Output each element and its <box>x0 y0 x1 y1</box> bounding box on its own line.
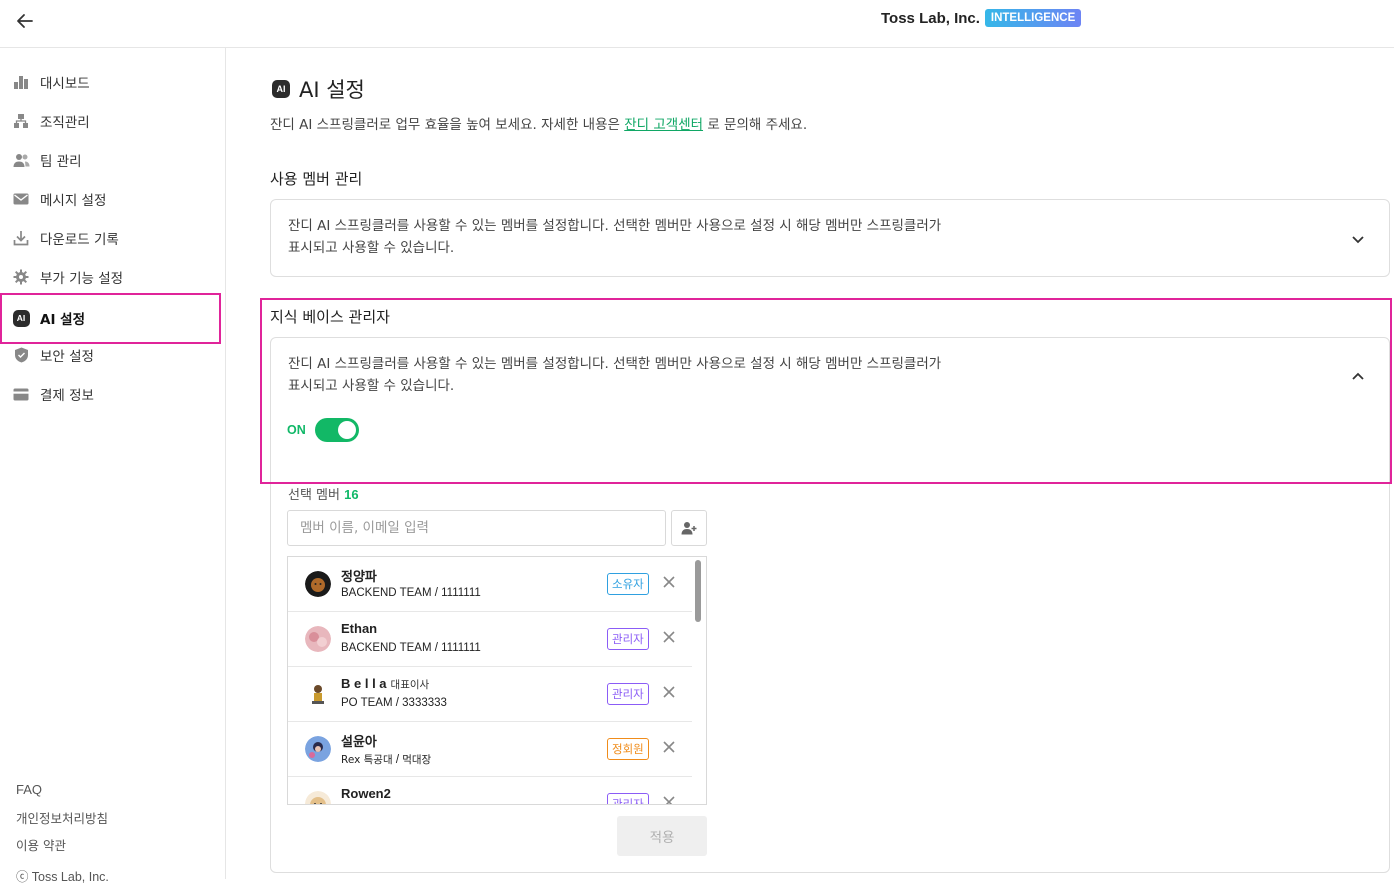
avatar <box>305 626 331 652</box>
selected-count: 16 <box>344 487 359 502</box>
role-badge: 관리자 <box>607 793 649 804</box>
selected-members-label: 선택 멤버 16 <box>288 487 359 503</box>
kb-admin-toggle[interactable] <box>314 418 359 442</box>
member-team: Rex 특공대 / 먹대장 <box>341 754 432 766</box>
section-title-kb-admin: 지식 베이스 관리자 <box>270 308 390 326</box>
sidebar-item-addons[interactable]: 부가 기능 설정 <box>0 259 226 295</box>
list-item: Ethan BACKEND TEAM / 1111111 관리자 <box>288 612 692 667</box>
sidebar-item-download[interactable]: 다운로드 기록 <box>0 220 226 256</box>
list-item: Rowen2 관리자 <box>288 777 692 804</box>
privacy-link[interactable]: 개인정보처리방침 <box>16 808 108 827</box>
sidebar-item-org[interactable]: 조직관리 <box>0 103 226 139</box>
list-item: B e l l a 대표이사 PO TEAM / 3333333 관리자 <box>288 667 692 722</box>
back-arrow-icon[interactable] <box>14 10 36 32</box>
download-icon <box>12 229 30 247</box>
kb-admin-desc: 잔디 AI 스프링클러를 사용할 수 있는 멤버를 설정합니다. 선택한 멤버만… <box>288 356 942 394</box>
avatar <box>305 791 331 804</box>
member-name: Rowen2 <box>341 786 391 801</box>
avatar <box>305 571 331 597</box>
add-user-icon <box>681 522 697 535</box>
member-search-input[interactable] <box>287 510 666 546</box>
apply-button[interactable]: 적용 <box>617 816 707 856</box>
sidebar-item-label: 결제 정보 <box>40 388 94 404</box>
mail-icon <box>12 190 30 208</box>
faq-link[interactable]: FAQ <box>16 782 42 797</box>
chevron-up-icon[interactable] <box>1349 368 1367 386</box>
sidebar-item-label: 대시보드 <box>40 76 90 92</box>
chevron-down-icon[interactable] <box>1349 230 1367 248</box>
members-card[interactable]: 잔디 AI 스프링클러를 사용할 수 있는 멤버를 설정합니다. 선택한 멤버만… <box>270 199 1390 277</box>
sidebar-item-label: 메시지 설정 <box>40 193 107 209</box>
gear-icon <box>12 268 30 286</box>
sidebar-item-billing[interactable]: 결제 정보 <box>0 376 226 412</box>
avatar <box>305 736 331 762</box>
section-title-members: 사용 멤버 관리 <box>270 170 363 188</box>
sidebar-item-ai-settings[interactable]: AI AI 설정 <box>0 300 226 336</box>
member-name: 설윤아 <box>341 734 377 749</box>
intelligence-badge: INTELLIGENCE <box>984 9 1082 27</box>
sidebar-item-dashboard[interactable]: 대시보드 <box>0 64 226 100</box>
member-team: BACKEND TEAM / 1111111 <box>341 642 481 654</box>
members-desc: 잔디 AI 스프링클러를 사용할 수 있는 멤버를 설정합니다. 선택한 멤버만… <box>288 218 942 256</box>
terms-link[interactable]: 이용 약관 <box>16 835 66 854</box>
remove-member-icon[interactable] <box>661 794 677 804</box>
sidebar-item-security[interactable]: 보안 설정 <box>0 337 226 373</box>
team-icon <box>12 151 30 169</box>
ai-icon: AI <box>272 80 290 98</box>
role-badge: 정회원 <box>607 738 649 760</box>
add-member-button[interactable] <box>671 510 707 546</box>
avatar <box>305 681 331 707</box>
help-center-link[interactable]: 잔디 고객센터 <box>624 117 703 133</box>
member-team: BACKEND TEAM / 1111111 <box>341 587 481 599</box>
sidebar-item-message[interactable]: 메시지 설정 <box>0 181 226 217</box>
member-list[interactable]: 정양파 BACKEND TEAM / 1111111 소유자 Ethan BAC… <box>287 556 707 805</box>
member-name: B e l l a 대표이사 <box>341 676 430 691</box>
member-team: PO TEAM / 3333333 <box>341 697 447 709</box>
toggle-label: ON <box>287 423 306 437</box>
sidebar-item-label: AI 설정 <box>40 312 86 328</box>
sidebar-item-team[interactable]: 팀 관리 <box>0 142 226 178</box>
company-name: Toss Lab, Inc. <box>881 9 980 27</box>
role-badge: 소유자 <box>607 573 649 595</box>
shield-icon <box>12 346 30 364</box>
sidebar-item-label: 조직관리 <box>40 115 90 131</box>
toggle-row: ON <box>287 418 359 442</box>
top-bar: Toss Lab, Inc. INTELLIGENCE <box>0 0 1394 48</box>
remove-member-icon[interactable] <box>661 684 677 700</box>
sidebar-item-label: 보안 설정 <box>40 349 94 365</box>
sidebar-item-label: 다운로드 기록 <box>40 232 119 248</box>
remove-member-icon[interactable] <box>661 574 677 590</box>
list-item: 정양파 BACKEND TEAM / 1111111 소유자 <box>288 557 692 612</box>
card-icon <box>12 385 30 403</box>
remove-member-icon[interactable] <box>661 629 677 645</box>
sidebar-item-label: 팀 관리 <box>40 154 82 170</box>
page-header: AI AI 설정 <box>272 74 365 104</box>
role-badge: 관리자 <box>607 628 649 650</box>
member-name: Ethan <box>341 621 378 636</box>
member-list-scrollbar[interactable] <box>695 560 701 622</box>
page-description: 잔디 AI 스프링클러로 업무 효율을 높여 보세요. 자세한 내용은 잔디 고… <box>270 117 808 133</box>
member-name: 정양파 <box>341 569 377 584</box>
list-item: 설윤아 Rex 특공대 / 먹대장 정회원 <box>288 722 692 777</box>
brand: Toss Lab, Inc. INTELLIGENCE <box>881 9 1082 27</box>
org-chart-icon <box>12 112 30 130</box>
sidebar-item-label: 부가 기능 설정 <box>40 271 124 287</box>
remove-member-icon[interactable] <box>661 739 677 755</box>
role-badge: 관리자 <box>607 683 649 705</box>
copyright: ⓒ Toss Lab, Inc. <box>16 870 109 884</box>
ai-icon: AI <box>12 309 30 327</box>
bar-chart-icon <box>12 73 30 91</box>
page-title: AI 설정 <box>299 78 365 102</box>
